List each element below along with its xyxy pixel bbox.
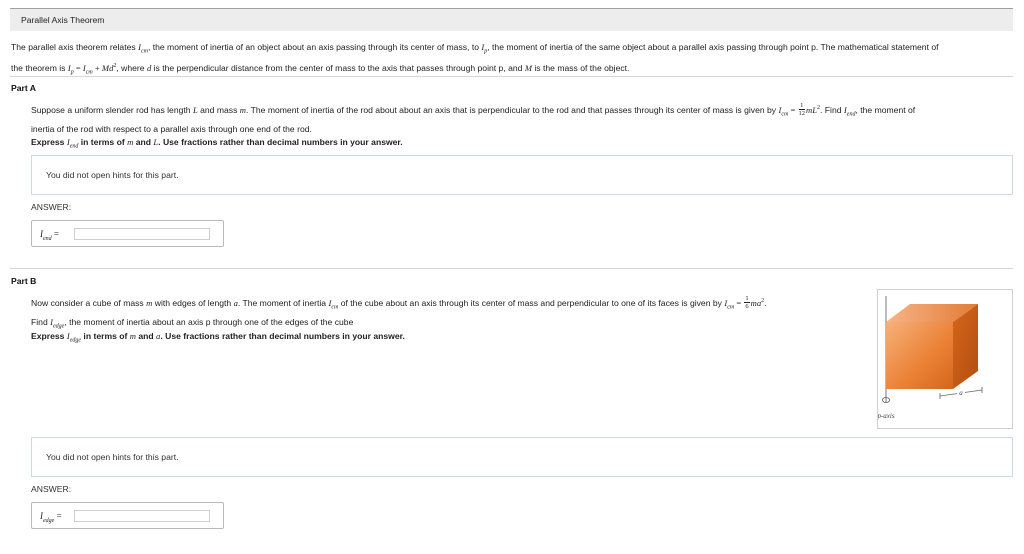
math-op: = [734,297,744,308]
math-op: + [92,62,102,73]
instruction-text: Express [31,331,67,341]
math-sub: edge [52,323,65,330]
hint-status-text: You did not open hints for this part. [46,452,179,462]
question-text: . The moment of inertia [237,297,329,308]
intro-text: , the moment of inertia of the same obje… [487,42,939,52]
intro-text: the theorem is [11,62,68,73]
cube-figure: p-axis a [876,289,1013,429]
part-a-instructions: Express Iend in terms of m and L. Use fr… [31,137,403,150]
fraction-numerator: 1 [798,102,806,111]
question-text: of the cube about an axis through its ce… [338,297,725,308]
part-a-label: Part A [11,83,36,93]
intro-text: The parallel axis theorem relates [11,42,139,52]
question-text: inertia of the rod with respect to a par… [31,124,312,135]
instruction-text: in terms of [78,137,128,147]
intro-paragraph: The parallel axis theorem relates Icm, t… [11,40,1011,79]
question-text: . Find [820,104,844,115]
part-b-answer-input[interactable] [74,510,210,522]
p-axis-label: p-axis [878,412,895,420]
instruction-text: and [133,137,154,147]
question-text: , the moment of inertia about an axis p … [64,317,354,328]
answer-lhs: Iedge = [40,511,62,524]
question-text: Suppose a uniform slender rod has length [31,104,193,115]
part-b-answer-box: Iedge = [31,502,224,529]
fraction-denominator: 6 [745,303,749,311]
intro-text: , where [116,62,147,73]
math-var: ma [750,297,762,308]
answer-lhs: Iend = [40,229,59,242]
cube-diagram: p-axis a [876,296,983,420]
intro-text: , the moment of inertia of an object abo… [147,42,482,52]
math-sub: cm [140,48,148,55]
math-var: M [524,62,532,73]
divider [10,268,1013,269]
math-op: = [51,229,59,239]
question-text: Find [31,317,51,328]
instruction-text: . Use fractions rather than decimal numb… [160,331,405,341]
math-op: = [54,511,62,521]
question-text: . The moment of inertia of the rod about… [246,104,779,115]
math-sub: edge [43,517,55,524]
math-sub: edge [69,337,82,344]
instruction-text: and [135,331,157,341]
question-text: and mass [197,104,240,115]
part-b-answer-label: ANSWER: [31,484,72,494]
cube-front-face [886,322,953,389]
fraction: 1 12 [798,102,806,118]
math-var: mL [806,104,818,115]
math-op: = [788,104,798,115]
part-a-answer-label: ANSWER: [31,202,72,212]
page-title: Parallel Axis Theorem [21,15,105,25]
part-b-hints-box[interactable]: You did not open hints for this part. [31,437,1013,477]
part-b-label: Part B [11,276,37,286]
instruction-text: Express [31,137,67,147]
question-text: . [764,297,767,308]
fraction-numerator: 1 [744,295,750,304]
hint-status-text: You did not open hints for this part. [46,170,179,180]
part-b-question: Now consider a cube of mass m with edges… [31,294,871,334]
instruction-text: in terms of [81,331,130,341]
part-a-hints-box[interactable]: You did not open hints for this part. [31,155,1013,195]
intro-text: is the perpendicular distance from the c… [151,62,525,73]
instruction-text: . Use fractions rather than decimal numb… [158,137,403,147]
part-a-answer-box: Iend = [31,220,224,247]
question-text: , the moment of [855,104,916,115]
math-sub: end [43,235,52,242]
question-text: with edges of length [152,297,234,308]
math-var: Md [101,62,114,73]
fraction: 16 [744,295,750,311]
page-title-bar: Parallel Axis Theorem [10,8,1013,31]
math-sub: cm [85,69,93,76]
intro-text: is the mass of the object. [532,62,630,73]
part-a-question: Suppose a uniform slender rod has length… [31,101,1011,137]
divider [10,76,1013,77]
math-op: = [73,62,83,73]
part-b-instructions: Express Iedge in terms of m and a. Use f… [31,331,405,344]
part-a-answer-input[interactable] [74,228,210,240]
fraction-denominator: 12 [798,110,806,118]
question-text: Now consider a cube of mass [31,297,147,308]
edge-label-a: a [959,389,963,397]
